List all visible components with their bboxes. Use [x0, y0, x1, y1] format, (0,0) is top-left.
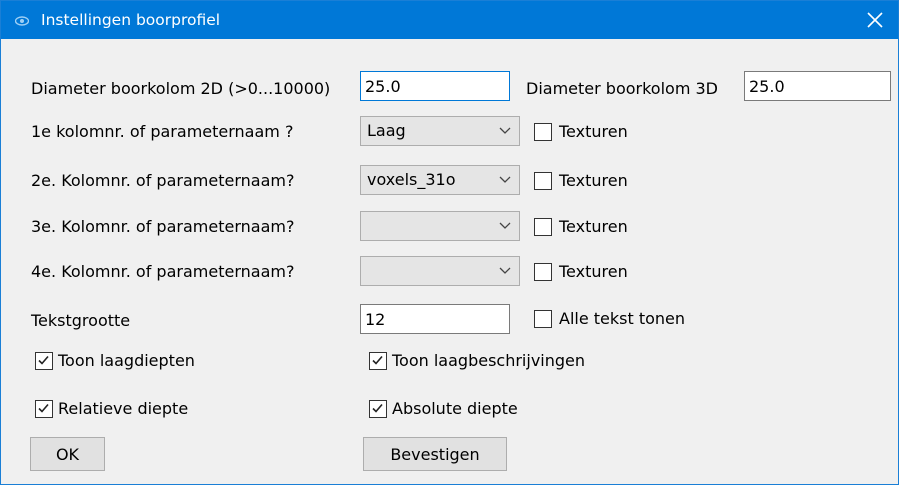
- column-2-select[interactable]: voxels_31o: [360, 165, 520, 195]
- absolute-depth-checkbox[interactable]: [369, 400, 387, 418]
- column-1-select[interactable]: Laag: [360, 116, 520, 146]
- column-2-value: voxels_31o: [367, 170, 456, 189]
- settings-dialog: Instellingen boorprofiel Diameter boorko…: [0, 0, 899, 485]
- ok-button[interactable]: OK: [30, 437, 105, 471]
- column-3-textures-checkbox[interactable]: [534, 218, 552, 236]
- checkmark-icon: [38, 403, 49, 413]
- relative-depth-checkbox[interactable]: [35, 400, 53, 418]
- show-descriptions-checkbox[interactable]: [369, 352, 387, 370]
- diameter-2d-label: Diameter boorkolom 2D (>0...10000): [31, 79, 331, 98]
- diameter-3d-input[interactable]: [744, 71, 891, 101]
- absolute-depth-label: Absolute diepte: [392, 399, 518, 418]
- text-size-label: Tekstgrootte: [31, 311, 131, 330]
- show-descriptions-label: Toon laagbeschrijvingen: [392, 351, 586, 370]
- chevron-down-icon: [499, 222, 511, 229]
- text-size-input[interactable]: [360, 304, 510, 334]
- diameter-2d-input[interactable]: [360, 71, 510, 101]
- close-icon: [867, 12, 883, 28]
- dialog-content: Diameter boorkolom 2D (>0...10000) Diame…: [1, 39, 898, 484]
- title-bar: Instellingen boorprofiel: [1, 1, 898, 39]
- column-1-textures-checkbox[interactable]: [534, 123, 552, 141]
- show-depths-label: Toon laagdiepten: [58, 351, 195, 370]
- window-title: Instellingen boorprofiel: [41, 11, 221, 29]
- column-4-select[interactable]: [360, 256, 520, 286]
- checkmark-icon: [372, 403, 383, 413]
- chevron-down-icon: [499, 176, 511, 183]
- relative-depth-label: Relatieve diepte: [58, 399, 189, 418]
- column-4-label: 4e. Kolomnr. of parameternaam?: [31, 262, 295, 281]
- column-2-textures-label: Texturen: [559, 171, 628, 190]
- column-1-label: 1e kolomnr. of parameternaam ?: [31, 122, 294, 141]
- show-all-text-label: Alle tekst tonen: [559, 309, 686, 328]
- column-2-textures-checkbox[interactable]: [534, 172, 552, 190]
- column-4-textures-checkbox[interactable]: [534, 263, 552, 281]
- column-1-value: Laag: [367, 121, 406, 140]
- chevron-down-icon: [499, 127, 511, 134]
- column-1-textures-label: Texturen: [559, 122, 628, 141]
- chevron-down-icon: [499, 267, 511, 274]
- column-3-select[interactable]: [360, 211, 520, 241]
- column-3-textures-label: Texturen: [559, 217, 628, 236]
- eye-icon: [14, 13, 30, 27]
- column-2-label: 2e. Kolomnr. of parameternaam?: [31, 171, 295, 190]
- show-all-text-checkbox[interactable]: [534, 310, 552, 328]
- checkmark-icon: [372, 355, 383, 365]
- diameter-3d-label: Diameter boorkolom 3D: [526, 79, 718, 98]
- close-button[interactable]: [852, 1, 898, 39]
- checkmark-icon: [38, 355, 49, 365]
- confirm-button[interactable]: Bevestigen: [363, 437, 507, 471]
- column-3-label: 3e. Kolomnr. of parameternaam?: [31, 217, 295, 236]
- column-4-textures-label: Texturen: [559, 262, 628, 281]
- show-depths-checkbox[interactable]: [35, 352, 53, 370]
